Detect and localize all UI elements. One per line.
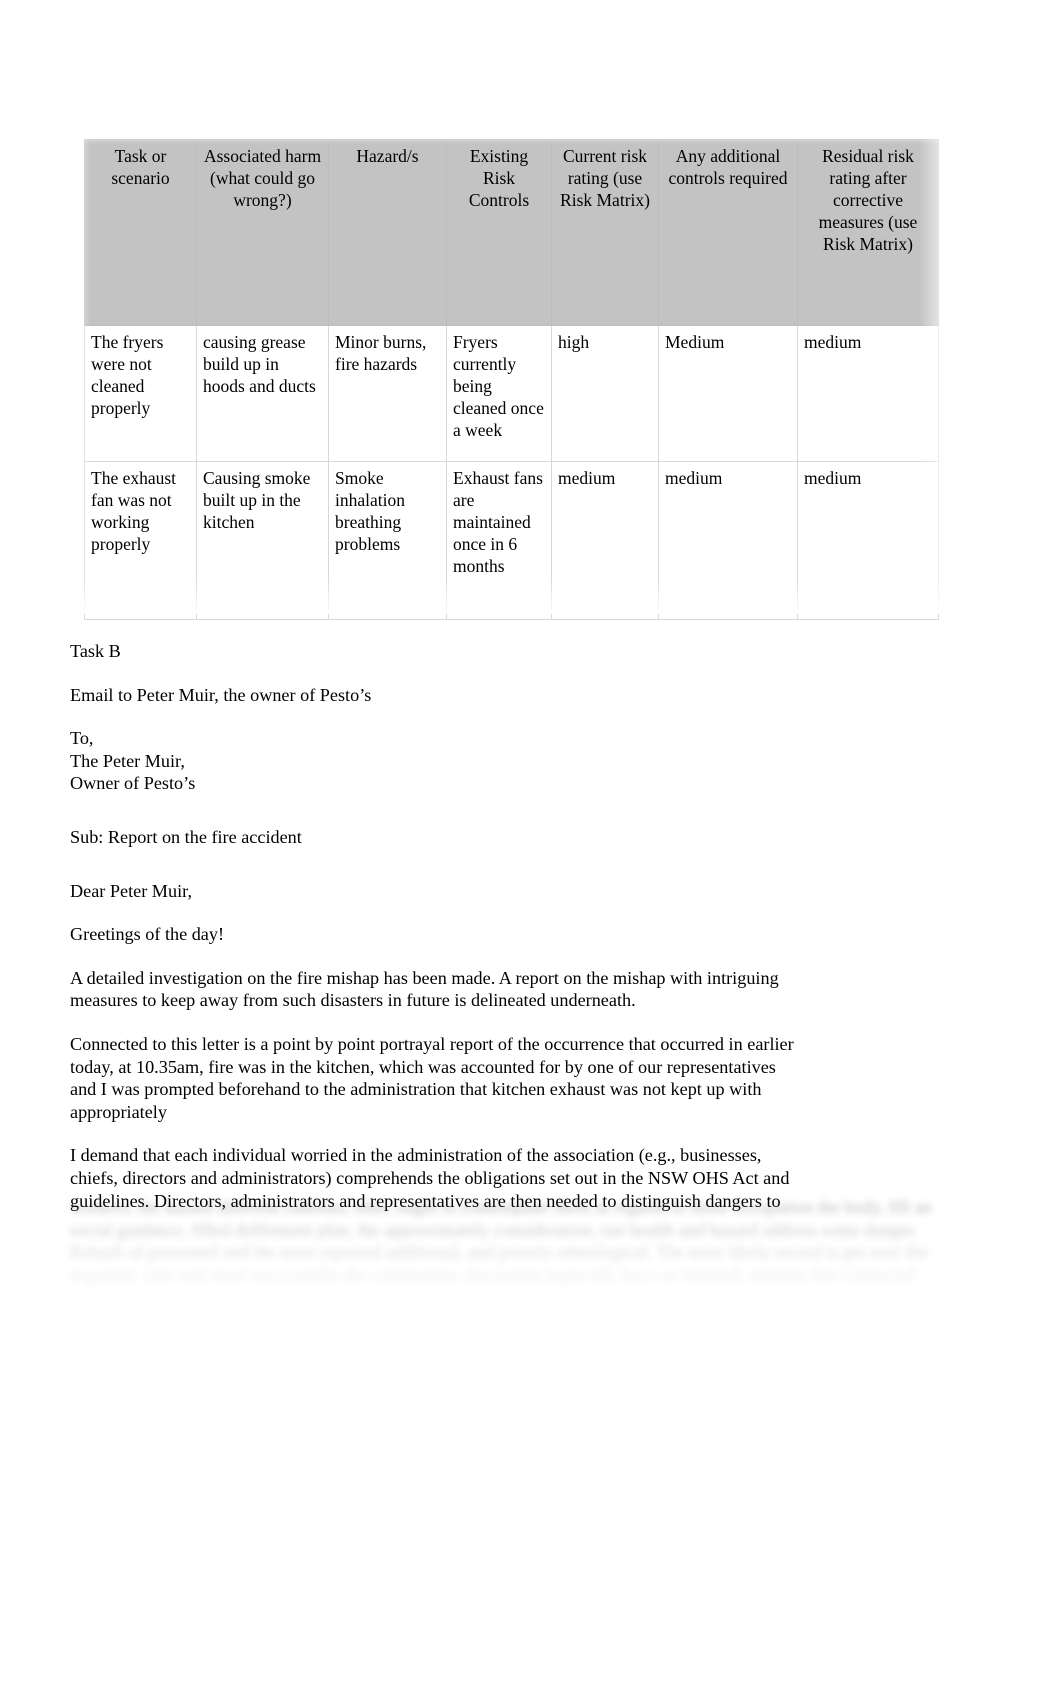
recipient-title: Owner of Pesto’s (70, 773, 196, 794)
column-header-existing-risk-controls: Existing Risk Controls (446, 139, 552, 326)
paragraph-2: Connected to this letter is a point by p… (70, 1033, 794, 1122)
email-intro-line: Email to Peter Muir, the owner of Pesto’… (70, 684, 372, 705)
cell-harm: Causing smoke built up in the kitchen (196, 461, 329, 620)
column-header-task: Task or scenario (84, 139, 197, 326)
cell-additional-controls: Medium (658, 325, 798, 462)
cell-task: The exhaust fan was not working properly (84, 461, 197, 620)
cell-current-risk: high (551, 325, 659, 462)
column-header-additional-controls: Any additional controls required (658, 139, 798, 326)
table-row: The fryers were not cleaned properly cau… (84, 325, 939, 462)
document-page: Task or scenario Associated harm (what c… (0, 0, 1062, 1691)
subject-line: Sub: Report on the fire accident (70, 826, 302, 847)
cell-residual-risk: medium (797, 461, 939, 620)
table-header-row: Task or scenario Associated harm (what c… (84, 139, 939, 326)
cell-additional-controls: medium (658, 461, 798, 620)
cell-task: The fryers were not cleaned properly (84, 325, 197, 462)
column-header-hazards: Hazard/s (328, 139, 447, 326)
cell-existing-controls: Fryers currently being cleaned once a we… (446, 325, 552, 462)
recipient-name: The Peter Muir, (70, 750, 185, 771)
task-b-label: Task B (70, 641, 121, 661)
salutation: Dear Peter Muir, (70, 880, 192, 901)
cell-residual-risk: medium (797, 325, 939, 462)
letter-body: Task B Email to Peter Muir, the owner of… (70, 640, 800, 1233)
cell-existing-controls: Exhaust fans are maintained once in 6 mo… (446, 461, 552, 620)
paragraph-1: A detailed investigation on the fire mis… (70, 967, 779, 1011)
column-header-associated-harm: Associated harm (what could go wrong?) (196, 139, 329, 326)
greeting: Greetings of the day! (70, 924, 225, 945)
cell-harm: causing grease build up in hoods and duc… (196, 325, 329, 462)
risk-assessment-table: Task or scenario Associated harm (what c… (84, 139, 939, 620)
table-row: The exhaust fan was not working properly… (84, 461, 939, 620)
cell-hazard: Minor burns, fire hazards (328, 325, 447, 462)
column-header-current-risk-rating: Current risk rating (use Risk Matrix) (551, 139, 659, 326)
column-header-residual-risk-rating: Residual risk rating after corrective me… (797, 139, 939, 326)
cell-hazard: Smoke inhalation breathing problems (328, 461, 447, 620)
paragraph-3: I demand that each individual worried in… (70, 1145, 790, 1211)
cell-current-risk: medium (551, 461, 659, 620)
to-label: To, (70, 728, 94, 749)
